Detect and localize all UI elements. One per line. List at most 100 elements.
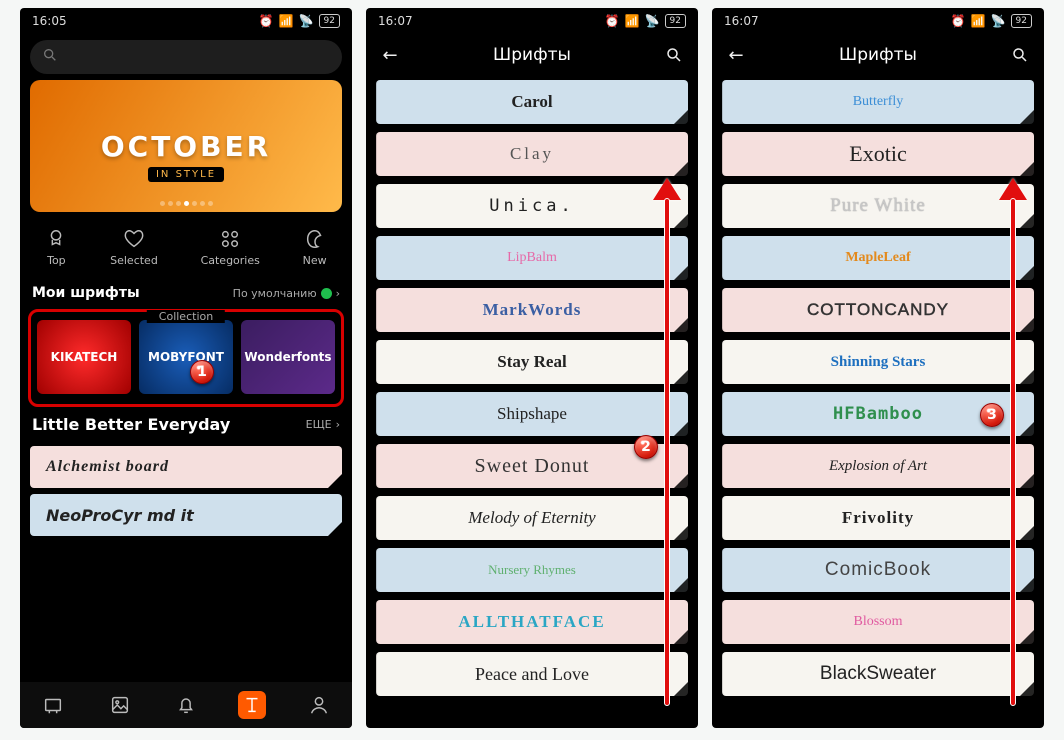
arrow-left-icon: ← [728, 45, 743, 66]
back-button[interactable]: ← [722, 41, 750, 69]
phone-screen-font-list-b: 16:07 ⏰ 📶 📡 92 ← Шрифты Butterfly Exotic P… [712, 8, 1044, 728]
font-preview-row[interactable]: NeoProCyr md it [30, 494, 342, 536]
tab-new[interactable]: New [303, 228, 327, 267]
alarm-icon: ⏰ [951, 14, 966, 28]
font-name-label: MapleLeaf [845, 250, 910, 266]
font-row[interactable]: Unica. [376, 184, 688, 228]
arrow-left-icon: ← [382, 45, 397, 66]
hero-title: OCTOBER [101, 130, 271, 163]
chevron-right-icon: › [336, 418, 340, 431]
nav-wallpapers[interactable] [106, 691, 134, 719]
section-title: Мои шрифты [32, 285, 140, 301]
hero-subtitle: IN STYLE [148, 167, 224, 182]
signal-icon: 📶 [971, 14, 986, 28]
wifi-icon: 📡 [645, 14, 660, 28]
section-title: Little Better Everyday [32, 415, 230, 434]
font-row[interactable]: Stay Real [376, 340, 688, 384]
tab-categories[interactable]: Categories [201, 228, 260, 267]
tab-label: Selected [110, 254, 158, 267]
status-bar: 16:07 ⏰ 📶 📡 92 [712, 8, 1044, 34]
font-row[interactable]: Explosion of Art [722, 444, 1034, 488]
font-name-label: Stay Real [497, 352, 566, 372]
font-row[interactable]: Carol [376, 80, 688, 124]
font-row[interactable]: Frivolity [722, 496, 1034, 540]
default-sort-link[interactable]: По умолчанию › [233, 287, 340, 300]
font-row[interactable]: Shinning Stars [722, 340, 1034, 384]
font-row[interactable]: COTTONCANDY [722, 288, 1034, 332]
font-preview-row[interactable]: Alchemist board [30, 446, 342, 488]
wifi-icon: 📡 [299, 14, 314, 28]
status-indicators: ⏰ 📶 📡 92 [259, 14, 340, 28]
annotation-badge-1: 1 [190, 360, 214, 384]
font-name-label: Pure White [830, 195, 926, 217]
battery-indicator: 92 [665, 14, 686, 28]
collection-highlight-box: Collection KIKATECH MOBYFONT Wonderfonts [28, 309, 344, 407]
collection-card-kikatech[interactable]: KIKATECH [37, 320, 131, 394]
font-name-label: MarkWords [483, 300, 582, 320]
signal-icon: 📶 [279, 14, 294, 28]
tab-label: Top [47, 254, 66, 267]
back-button[interactable]: ← [376, 41, 404, 69]
collection-card-wonderfonts[interactable]: Wonderfonts [241, 320, 335, 394]
font-row[interactable]: Nursery Rhymes [376, 548, 688, 592]
battery-indicator: 92 [319, 14, 340, 28]
nav-themes[interactable] [39, 691, 67, 719]
phone-screen-themes-home: 16:05 ⏰ 📶 📡 92 OCTOBER IN STYLE Top Sele… [20, 8, 352, 728]
font-name-label: Exotic [849, 141, 906, 167]
alarm-icon: ⏰ [605, 14, 620, 28]
annotation-badge-3: 3 [980, 403, 1004, 427]
nav-profile[interactable] [305, 691, 333, 719]
page-title: Шрифты [750, 45, 1006, 65]
font-row[interactable]: Exotic [722, 132, 1034, 176]
bottom-nav [20, 682, 352, 728]
wifi-icon: 📡 [991, 14, 1006, 28]
nav-fonts[interactable] [238, 691, 266, 719]
font-name: Alchemist board [46, 458, 169, 476]
font-row[interactable]: MarkWords [376, 288, 688, 332]
font-name-label: Unica. [489, 196, 574, 216]
signal-icon: 📶 [625, 14, 640, 28]
font-name-label: LipBalm [507, 250, 557, 266]
font-name-label: ComicBook [825, 559, 931, 581]
hero-banner[interactable]: OCTOBER IN STYLE [30, 80, 342, 212]
font-row[interactable]: ComicBook [722, 548, 1034, 592]
font-row[interactable]: LipBalm [376, 236, 688, 280]
font-list[interactable]: Carol Clay Unica. LipBalm MarkWords Stay Real… [366, 76, 698, 706]
nav-notifications[interactable] [172, 691, 200, 719]
font-name-label: Shipshape [497, 404, 567, 424]
search-button[interactable] [1006, 41, 1034, 69]
font-row[interactable]: Butterfly [722, 80, 1034, 124]
status-time: 16:07 [378, 14, 413, 28]
category-tabs: Top Selected Categories New [20, 220, 352, 279]
font-name-label: Shinning Stars [831, 354, 926, 371]
font-name-label: Clay [510, 144, 554, 164]
font-row[interactable]: Melody of Eternity [376, 496, 688, 540]
tab-label: New [303, 254, 327, 267]
status-time: 16:07 [724, 14, 759, 28]
phone-screen-font-list-a: 16:07 ⏰ 📶 📡 92 ← Шрифты Carol Clay Unica. L… [366, 8, 698, 728]
font-row[interactable]: Clay [376, 132, 688, 176]
more-link[interactable]: ЕЩЕ › [306, 418, 340, 431]
font-row[interactable]: Peace and Love [376, 652, 688, 696]
font-row[interactable]: Pure White [722, 184, 1034, 228]
page-header: ← Шрифты [366, 34, 698, 76]
font-list[interactable]: Butterfly Exotic Pure White MapleLeaf COTTON… [712, 76, 1044, 706]
font-name-label: Sweet Donut [475, 455, 590, 478]
font-row[interactable]: Blossom [722, 600, 1034, 644]
search-input[interactable] [30, 40, 342, 74]
carousel-dots [160, 201, 213, 206]
search-button[interactable] [660, 41, 688, 69]
font-row[interactable]: ALLTHATFACE [376, 600, 688, 644]
tab-top[interactable]: Top [45, 228, 67, 267]
font-name: NeoProCyr md it [46, 506, 194, 525]
page-header: ← Шрифты [712, 34, 1044, 76]
font-row[interactable]: BlackSweater [722, 652, 1034, 696]
font-row[interactable]: Shipshape [376, 392, 688, 436]
section-my-fonts-header: Мои шрифты По умолчанию › [20, 279, 352, 307]
font-name-label: Peace and Love [475, 664, 589, 685]
collection-card-mobyfont[interactable]: MOBYFONT [139, 320, 233, 394]
font-name-label: COTTONCANDY [807, 300, 949, 320]
font-row[interactable]: MapleLeaf [722, 236, 1034, 280]
tab-selected[interactable]: Selected [110, 228, 158, 267]
alarm-icon: ⏰ [259, 14, 274, 28]
